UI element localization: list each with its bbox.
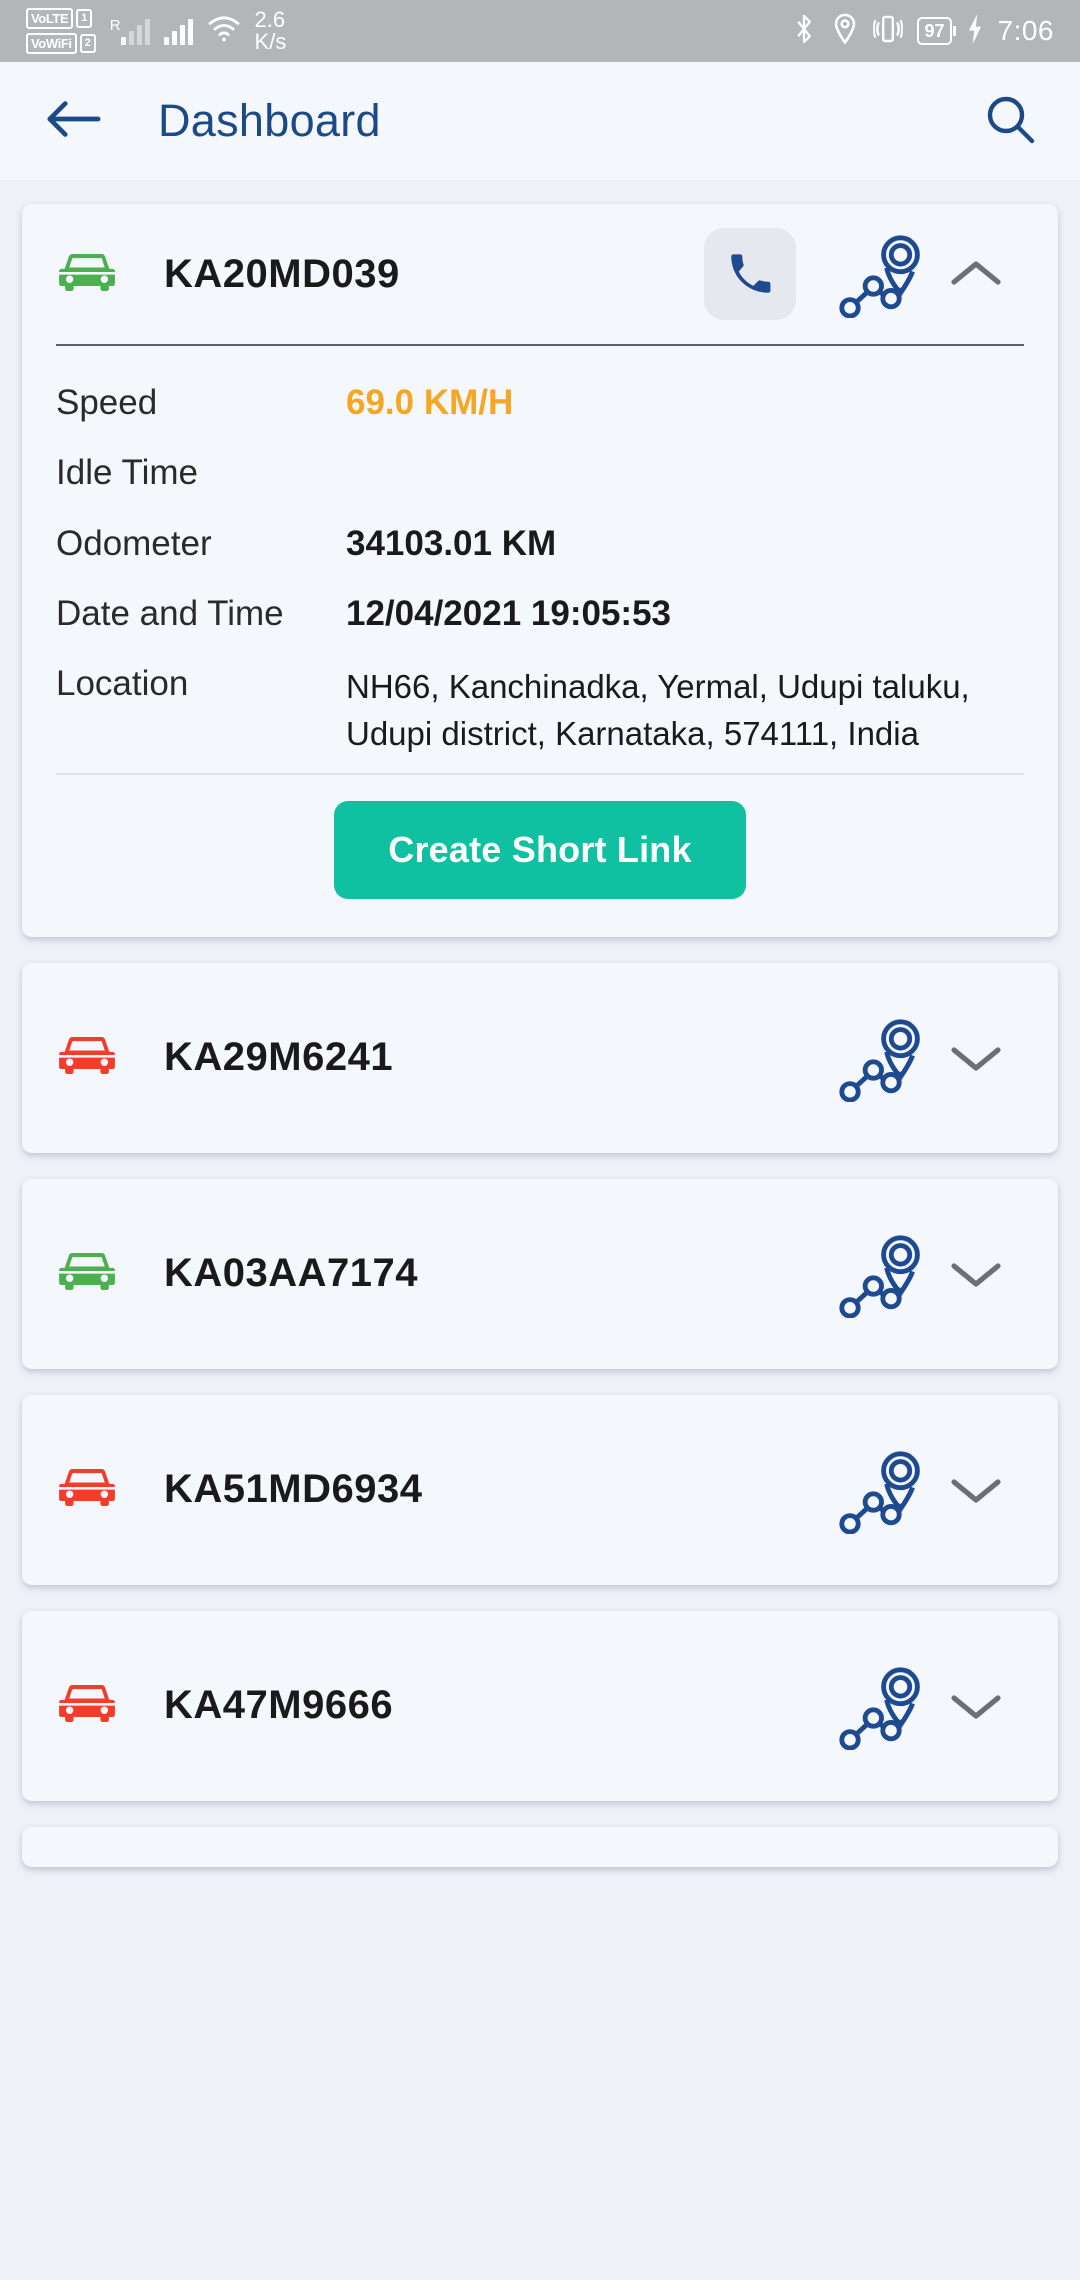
collapse-button[interactable]	[928, 257, 1024, 291]
vehicle-card-collapsed[interactable]: KA03AA7174	[22, 1178, 1058, 1369]
vehicle-card-collapsed[interactable]: KA51MD6934	[22, 1394, 1058, 1585]
detail-row-date-and-time: Date and Time 12/04/2021 19:05:53	[56, 579, 1024, 649]
vehicle-plate: KA29M6241	[164, 1035, 394, 1080]
vehicle-card-header[interactable]: KA47M9666	[22, 1611, 1058, 1801]
detail-label: Odometer	[56, 523, 212, 563]
vehicle-plate: KA51MD6934	[164, 1467, 423, 1512]
vehicle-card-collapsed[interactable]: KA47M9666	[22, 1610, 1058, 1801]
detail-value: 12/04/2021 19:05:53	[346, 593, 671, 633]
sim2-number: 2	[79, 34, 96, 53]
vibrate-icon	[873, 13, 904, 50]
call-button[interactable]	[704, 228, 796, 320]
signal-indicator-1: R	[110, 17, 150, 45]
vowifi-icon: VoWiFi	[26, 33, 77, 54]
detail-row-idle-time: Idle Time	[56, 438, 1024, 508]
sim-indicators: VoLTE 1 VoWiFi 2	[26, 8, 96, 54]
roaming-icon: R	[109, 17, 121, 34]
detail-value: 69.0 KM/H	[346, 383, 514, 422]
vehicle-detail-list: Speed 69.0 KM/H Idle Time Odometer 34103…	[22, 346, 1058, 773]
expand-button[interactable]	[928, 1041, 1024, 1075]
car-status-icon	[56, 249, 118, 300]
wifi-icon	[207, 15, 241, 48]
vehicle-card-actions	[832, 1230, 1024, 1318]
status-bar-right: 97 7:06	[791, 13, 1054, 50]
detail-row-speed: Speed 69.0 KM/H	[56, 368, 1024, 438]
vehicle-card-header[interactable]: KA29M6241	[22, 963, 1058, 1153]
short-link-action-area: Create Short Link	[22, 775, 1058, 937]
bluetooth-icon	[791, 13, 817, 50]
vehicle-card-partial[interactable]	[22, 1826, 1058, 1867]
car-status-icon	[56, 1680, 118, 1731]
vehicle-card-expanded[interactable]: KA20MD039 Speed 69.0 KM/H Idle Time Odom…	[22, 204, 1058, 937]
card-divider	[56, 344, 1024, 346]
vehicle-card-actions	[832, 1662, 1024, 1750]
network-speed: 2.6 K/s	[254, 7, 287, 54]
vehicle-card-header[interactable]: KA51MD6934	[22, 1395, 1058, 1585]
expand-button[interactable]	[928, 1473, 1024, 1507]
location-icon	[831, 13, 859, 50]
detail-value: 34103.01 KM	[346, 523, 557, 563]
vehicle-card-header[interactable]: KA20MD039	[22, 204, 1058, 344]
detail-label: Location	[56, 664, 189, 703]
search-button[interactable]	[984, 93, 1036, 150]
sim1-indicator: VoLTE 1	[26, 8, 96, 29]
page-title: Dashboard	[158, 95, 381, 146]
status-bar-left: VoLTE 1 VoWiFi 2 R 2.6 K/s	[26, 8, 286, 54]
sim2-indicator: VoWiFi 2	[26, 33, 96, 54]
vehicle-card-actions	[832, 1014, 1024, 1102]
expand-button[interactable]	[928, 1689, 1024, 1723]
track-route-button[interactable]	[832, 1662, 928, 1750]
signal-bars-2-icon	[163, 17, 193, 45]
car-status-icon	[56, 1464, 118, 1515]
app-bar: Dashboard	[0, 62, 1080, 180]
detail-row-odometer: Odometer 34103.01 KM	[56, 509, 1024, 579]
signal-bars-icon	[120, 17, 150, 45]
track-route-button[interactable]	[832, 1230, 928, 1318]
vehicle-plate: KA47M9666	[164, 1683, 394, 1728]
sim1-number: 1	[76, 9, 93, 28]
back-button[interactable]	[44, 97, 102, 146]
detail-label: Speed	[56, 383, 158, 422]
track-route-button[interactable]	[832, 1446, 928, 1534]
vehicle-card-actions	[704, 228, 1024, 320]
clock: 7:06	[997, 15, 1054, 46]
detail-row-location: Location NH66, Kanchinadka, Yermal, Udup…	[56, 649, 1024, 773]
expand-button[interactable]	[928, 1257, 1024, 1291]
vehicle-card-actions	[832, 1446, 1024, 1534]
create-short-link-button[interactable]: Create Short Link	[334, 800, 746, 899]
vehicle-plate: KA20MD039	[164, 251, 400, 296]
vehicle-card-header[interactable]: KA03AA7174	[22, 1179, 1058, 1369]
detail-value: NH66, Kanchinadka, Yermal, Udupi taluku,…	[346, 668, 970, 752]
vehicle-list[interactable]: KA20MD039 Speed 69.0 KM/H Idle Time Odom…	[0, 180, 1080, 2280]
track-route-button[interactable]	[832, 1014, 928, 1102]
volte-icon: VoLTE	[26, 8, 74, 29]
track-route-button[interactable]	[832, 230, 928, 318]
detail-label: Date and Time	[56, 593, 284, 633]
vehicle-card-collapsed[interactable]: KA29M6241	[22, 962, 1058, 1153]
charging-bolt-icon	[966, 13, 984, 49]
car-status-icon	[56, 1032, 118, 1083]
status-bar: VoLTE 1 VoWiFi 2 R 2.6 K/s 97 7:06	[0, 0, 1080, 62]
battery-indicator: 97	[917, 17, 952, 45]
car-status-icon	[56, 1248, 118, 1299]
detail-label: Idle Time	[56, 453, 198, 493]
vehicle-plate: KA03AA7174	[164, 1251, 419, 1296]
